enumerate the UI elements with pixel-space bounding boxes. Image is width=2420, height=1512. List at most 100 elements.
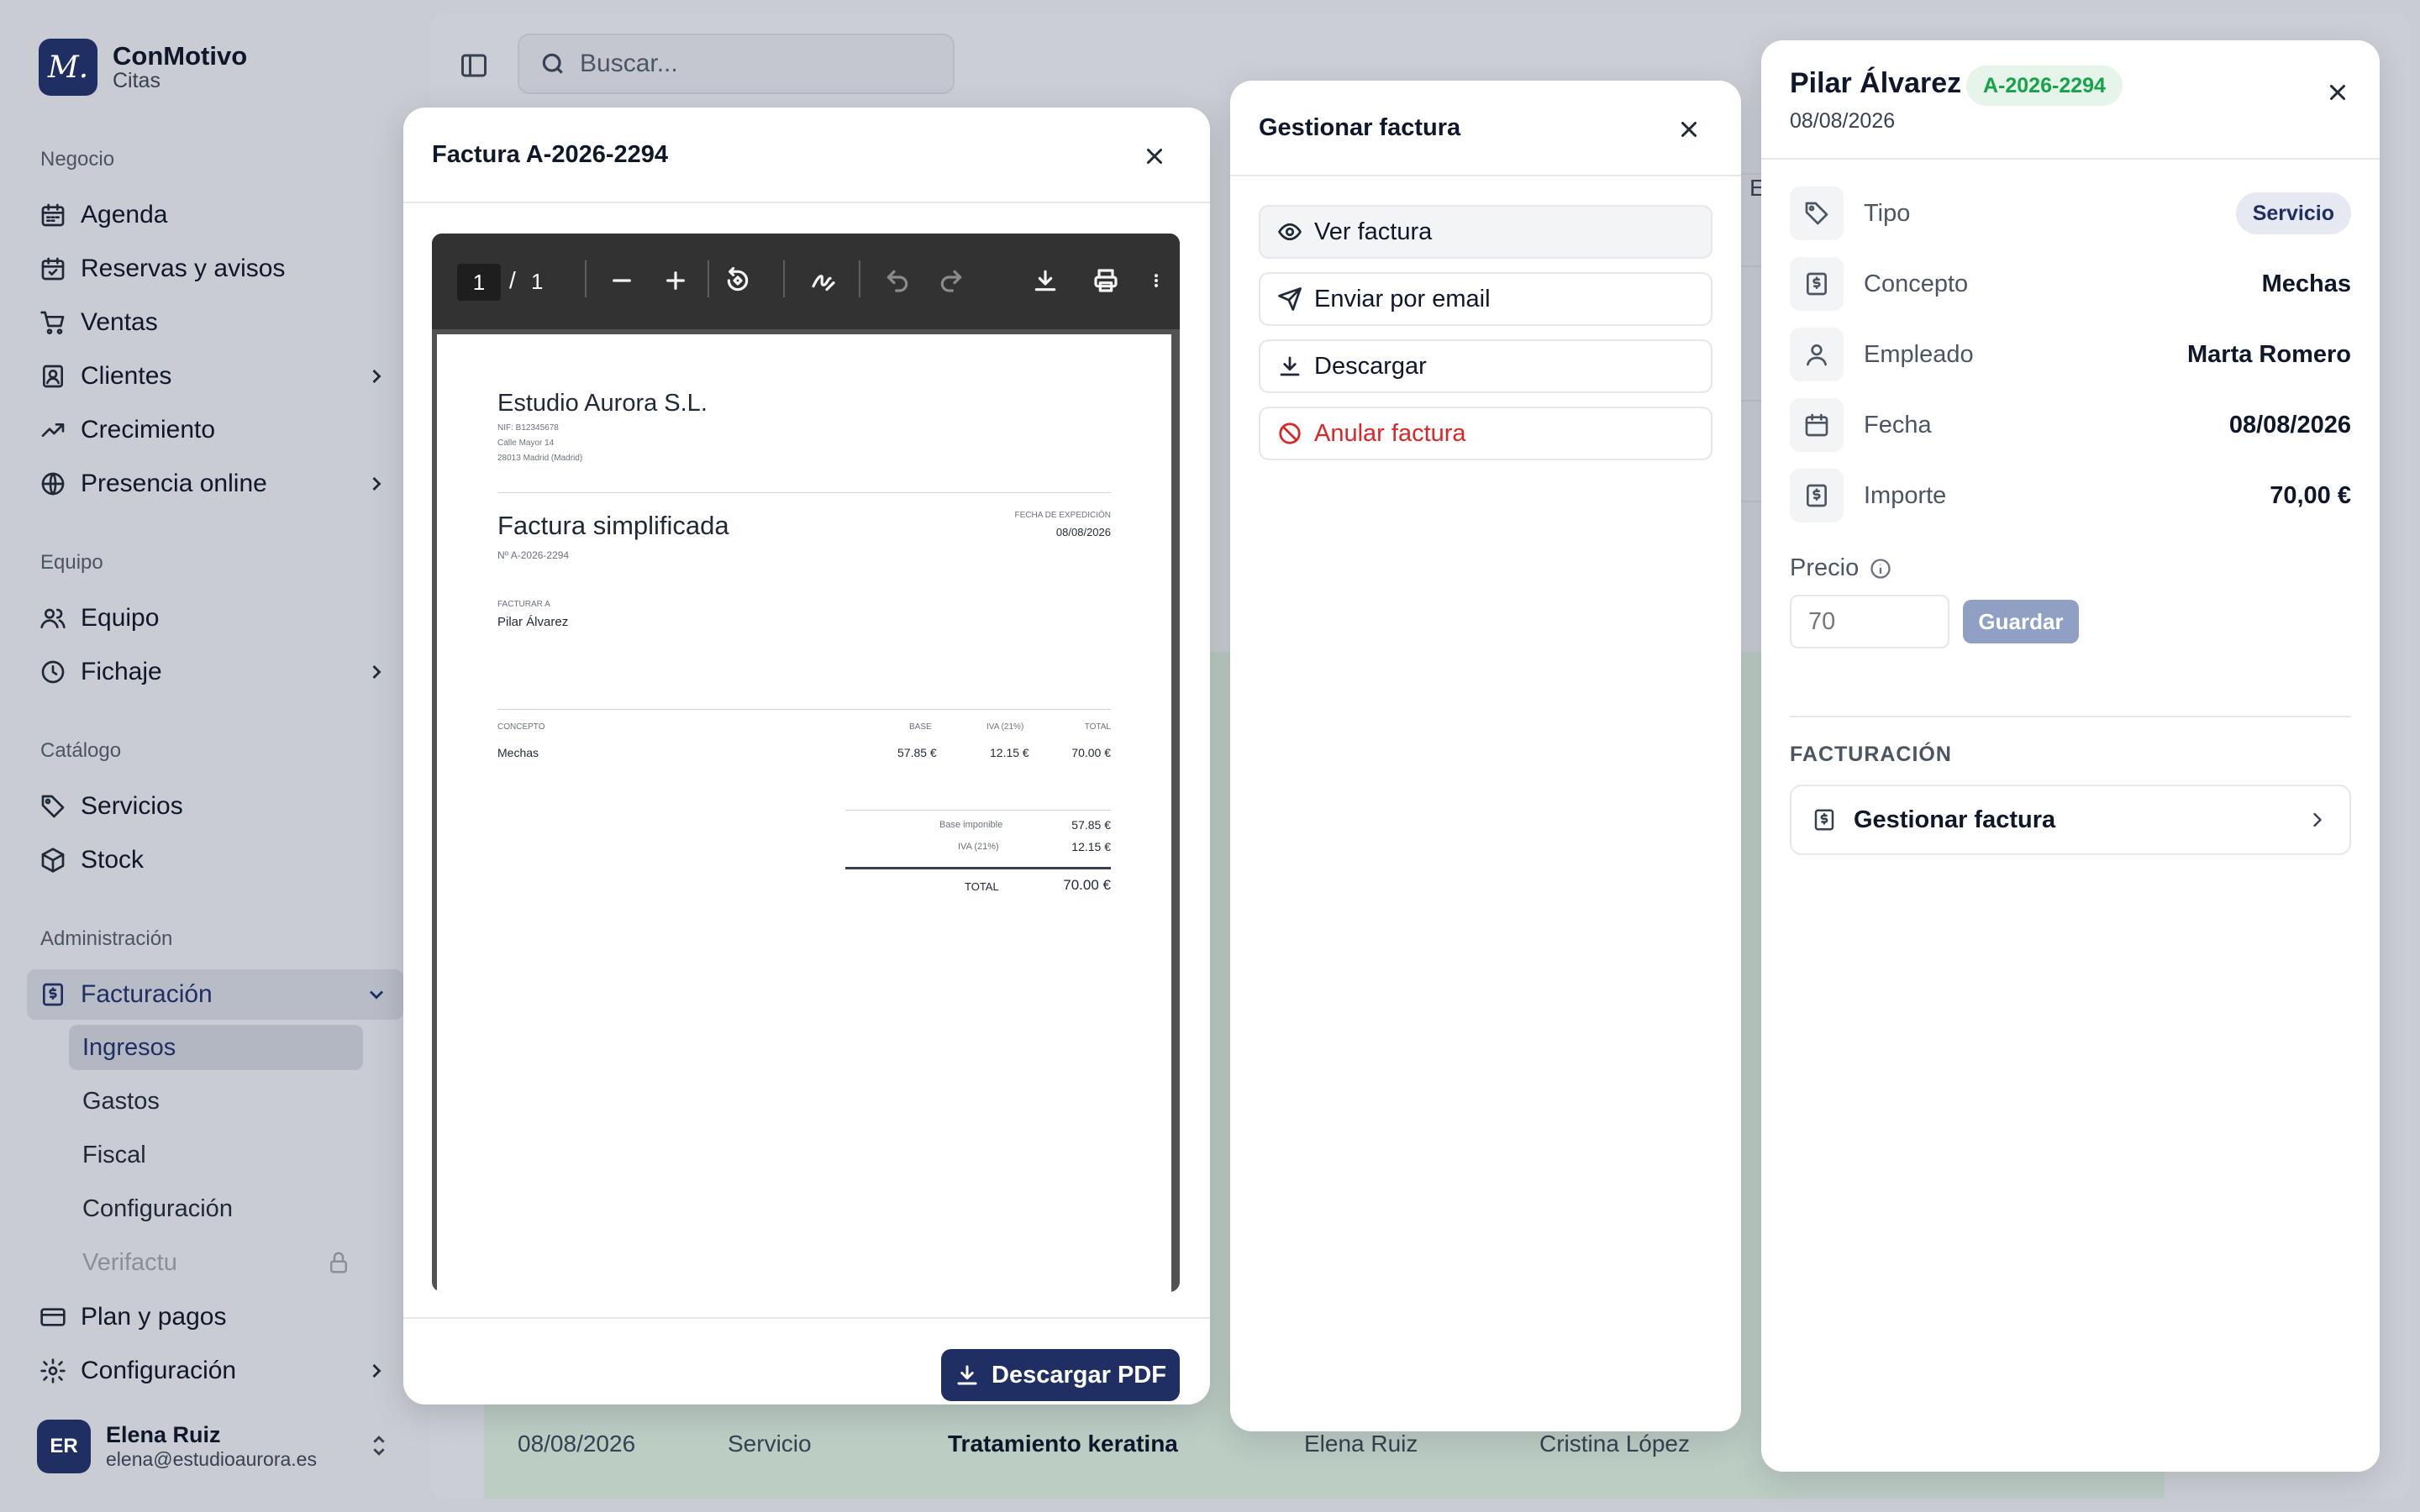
type-badge: Servicio — [2235, 192, 2351, 234]
sidebar-item-fichaje[interactable]: Fichaje — [27, 647, 403, 697]
detail-label: Concepto — [1864, 270, 1969, 297]
download-pdf-button[interactable]: Descargar PDF — [941, 1349, 1180, 1401]
page-number-input[interactable]: 1 — [457, 264, 501, 301]
manage-invoice-button[interactable]: Gestionar factura — [1790, 785, 2351, 855]
email-invoice-button[interactable]: Enviar por email — [1259, 272, 1712, 326]
close-icon[interactable] — [1672, 113, 1706, 146]
chevron-right-icon — [365, 472, 388, 496]
doc-address1: Calle Mayor 14 — [497, 438, 555, 448]
sidebar-subitem-fiscal[interactable]: Fiscal — [69, 1132, 363, 1178]
page-separator: / — [509, 267, 516, 293]
lock-icon — [326, 1250, 351, 1282]
sidebar-item-equipo[interactable]: Equipo — [27, 593, 403, 643]
sidebar: M. ConMotivo Citas Negocio Agenda Reserv… — [0, 0, 420, 1512]
more-vertical-icon[interactable] — [1148, 264, 1165, 297]
redo-icon[interactable] — [934, 264, 968, 297]
sidebar-toggle-icon[interactable] — [459, 50, 489, 85]
download-invoice-button[interactable]: Descargar — [1259, 339, 1712, 393]
manage-panel-title: Gestionar factura — [1230, 81, 1741, 176]
doc-number: Nº A-2026-2294 — [497, 549, 570, 561]
invoice-icon — [1790, 469, 1844, 522]
detail-label: Empleado — [1864, 340, 1974, 368]
sidebar-item-agenda[interactable]: Agenda — [27, 190, 403, 240]
sidebar-item-crecimiento[interactable]: Crecimiento — [27, 405, 403, 455]
sidebar-subitem-label: Verifactu — [82, 1248, 177, 1276]
void-invoice-label: Anular factura — [1314, 419, 1466, 447]
sidebar-item-stock[interactable]: Stock — [27, 835, 403, 885]
undo-icon[interactable] — [881, 264, 914, 297]
doc-issue-date: 08/08/2026 — [1055, 526, 1111, 538]
calendar-icon — [39, 201, 67, 229]
print-icon[interactable] — [1089, 264, 1123, 297]
doc-line-total: 70.00 € — [1071, 746, 1111, 759]
doc-summary-iva-label: IVA (21%) — [958, 842, 999, 852]
sidebar-item-facturacion[interactable]: Facturación — [27, 969, 403, 1020]
invoice-icon — [1790, 257, 1844, 311]
zoom-out-icon[interactable] — [605, 264, 639, 297]
client-name: Pilar Álvarez — [1790, 67, 1962, 99]
invoice-icon — [1814, 809, 1834, 831]
sidebar-item-ventas[interactable]: Ventas — [27, 297, 403, 348]
globe-icon — [39, 470, 67, 498]
email-invoice-label: Enviar por email — [1314, 285, 1491, 312]
sidebar-subitem-gastos[interactable]: Gastos — [69, 1079, 363, 1124]
zoom-in-icon[interactable] — [659, 264, 692, 297]
view-invoice-button[interactable]: Ver factura — [1259, 205, 1712, 259]
sidebar-item-label: Plan y pagos — [81, 1303, 227, 1331]
save-price-button[interactable]: Guardar — [1963, 600, 2079, 643]
nav-section-administracion: Administración — [40, 927, 173, 950]
rotate-icon[interactable] — [721, 264, 755, 297]
row-concept: Tratamiento keratina — [948, 1431, 1178, 1457]
trending-up-icon — [39, 416, 67, 444]
detail-label: Tipo — [1864, 199, 1911, 227]
doc-bill-to: Pilar Álvarez — [497, 615, 569, 629]
transaction-date: 08/08/2026 — [1790, 109, 1896, 133]
sidebar-item-servicios[interactable]: Servicios — [27, 781, 403, 832]
sidebar-subitem-ingresos[interactable]: Ingresos — [69, 1025, 363, 1070]
calendar-icon — [1790, 398, 1844, 452]
search-bar[interactable] — [518, 34, 955, 94]
sidebar-item-clientes[interactable]: Clientes — [27, 351, 403, 402]
user-name: Elena Ruiz — [106, 1422, 221, 1447]
doc-summary-base-label: Base imponible — [939, 820, 1003, 830]
sidebar-item-reservas[interactable]: Reservas y avisos — [27, 244, 403, 294]
chevrons-up-down-icon[interactable] — [365, 1431, 393, 1464]
search-input[interactable] — [580, 50, 916, 78]
close-icon[interactable] — [1138, 139, 1171, 173]
modal-title: Factura A-2026-2294 — [403, 108, 1210, 203]
view-invoice-label: Ver factura — [1314, 218, 1433, 245]
doc-header-base: BASE — [909, 722, 932, 732]
sidebar-item-plan[interactable]: Plan y pagos — [27, 1292, 403, 1342]
nav-section-equipo: Equipo — [40, 551, 103, 574]
brand-subtitle: Citas — [113, 69, 160, 92]
draw-icon[interactable] — [807, 264, 840, 297]
user-icon — [1790, 328, 1844, 381]
void-invoice-button[interactable]: Anular factura — [1259, 407, 1712, 460]
sidebar-subitem-configuracion[interactable]: Configuración — [69, 1186, 363, 1231]
sidebar-item-label: Fichaje — [81, 658, 162, 685]
nav-section-catalogo: Catálogo — [40, 739, 122, 762]
doc-header-iva: IVA (21%) — [986, 722, 1024, 732]
brand[interactable]: M. ConMotivo Citas — [39, 39, 247, 96]
tag-icon — [1790, 186, 1844, 240]
doc-nif: NIF: B12345678 — [497, 423, 559, 433]
price-input[interactable] — [1790, 595, 1949, 648]
close-icon[interactable] — [2321, 76, 2354, 109]
tag-icon — [39, 792, 67, 821]
doc-title: Factura simplificada — [497, 511, 729, 540]
row-client: Cristina López — [1539, 1431, 1690, 1457]
detail-value: 08/08/2026 — [2228, 411, 2351, 438]
sidebar-item-label: Agenda — [81, 201, 168, 228]
send-icon — [1278, 287, 1302, 311]
row-type: Servicio — [728, 1431, 812, 1457]
user-menu[interactable]: ER Elena Ruiz elena@estudioaurora.es — [37, 1420, 317, 1473]
sidebar-item-presencia[interactable]: Presencia online — [27, 459, 403, 509]
sidebar-item-configuracion[interactable]: Configuración — [27, 1346, 403, 1396]
download-icon[interactable] — [1028, 264, 1062, 297]
manage-invoice-panel: Gestionar factura Ver factura Enviar por… — [1230, 81, 1741, 1431]
invoice-number-badge: A-2026-2294 — [1966, 66, 2123, 106]
sidebar-item-label: Equipo — [81, 604, 160, 632]
user-email: elena@estudioaurora.es — [106, 1448, 317, 1470]
info-icon[interactable] — [1869, 557, 1892, 580]
detail-label: Fecha — [1864, 411, 1932, 438]
